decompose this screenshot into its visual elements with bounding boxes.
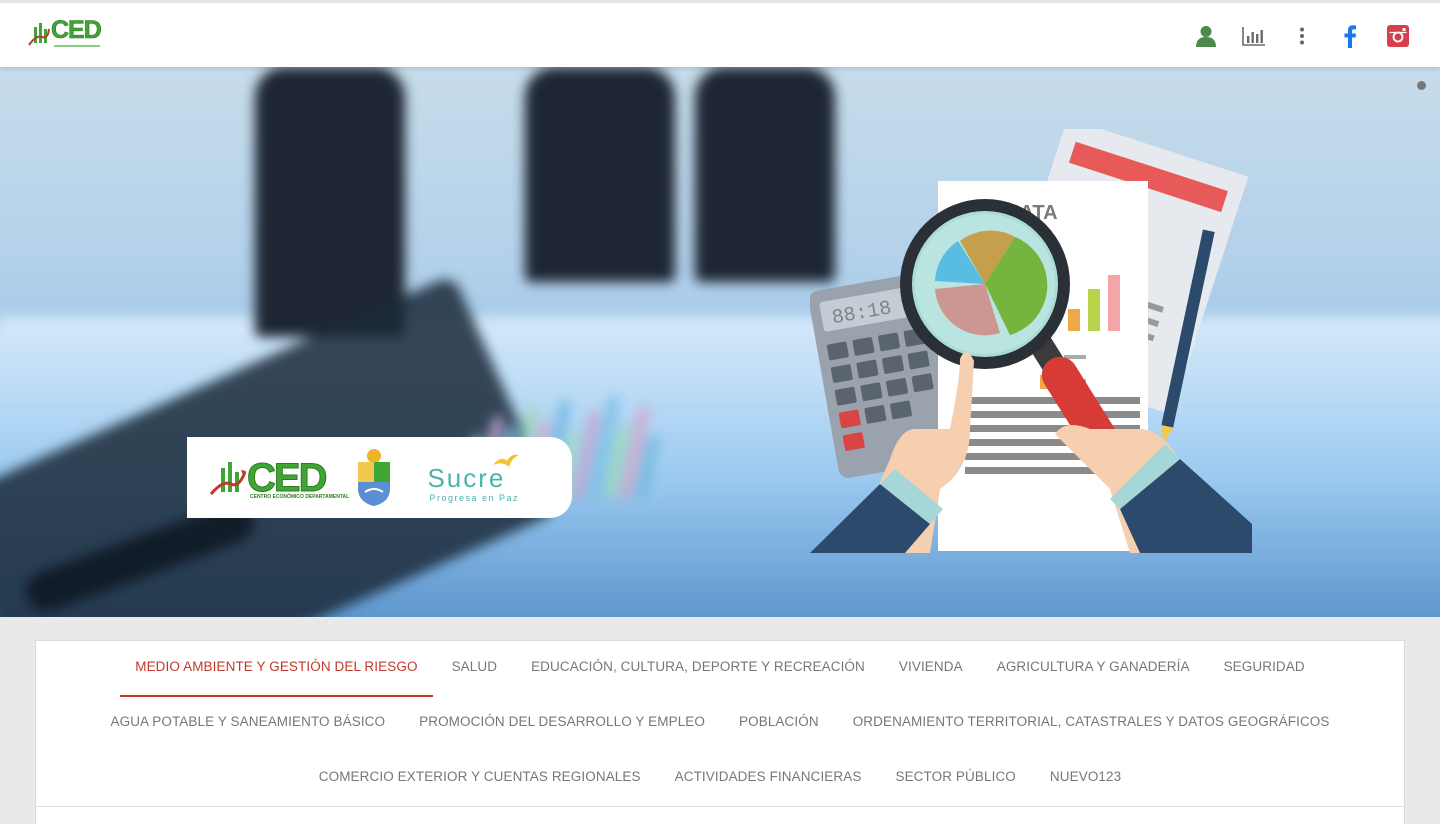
category-educacion[interactable]: EDUCACIÓN, CULTURA, DEPORTE Y RECREACIÓN: [514, 659, 882, 681]
instagram-icon: [1387, 25, 1409, 47]
category-salud[interactable]: SALUD: [435, 659, 515, 681]
category-poblacion[interactable]: POBLACIÓN: [722, 714, 836, 736]
data-analysis-illustration: 88:18 DATA: [810, 129, 1252, 553]
panel-divider: [36, 806, 1404, 807]
ced-logo-mark-icon: [28, 23, 50, 46]
category-actividades-financieras[interactable]: ACTIVIDADES FINANCIERAS: [658, 769, 879, 791]
category-row-1: MEDIO AMBIENTE Y GESTIÓN DEL RIESGO SALU…: [36, 659, 1404, 697]
partner-logos-card: CED CENTRO ECONÓMICO DEPARTAMENTAL Sucre…: [187, 437, 572, 518]
header-icon-group: [1182, 22, 1422, 50]
sucre-logo: Sucre Progresa en Paz: [427, 453, 527, 503]
category-row-3: COMERCIO EXTERIOR Y CUENTAS REGIONALES A…: [36, 769, 1404, 791]
user-button[interactable]: [1182, 22, 1230, 50]
ced-card-text: CED: [246, 455, 327, 500]
ced-card-subtitle: CENTRO ECONÓMICO DEPARTAMENTAL: [250, 494, 350, 500]
category-sector-publico[interactable]: SECTOR PÚBLICO: [878, 769, 1032, 791]
category-seguridad[interactable]: SEGURIDAD: [1207, 659, 1322, 681]
hero-banner: CED CENTRO ECONÓMICO DEPARTAMENTAL Sucre…: [0, 67, 1440, 617]
top-navbar: CED: [0, 0, 1440, 67]
more-options-button[interactable]: [1278, 22, 1326, 50]
category-row-2: AGUA POTABLE Y SANEAMIENTO BÁSICO PROMOC…: [36, 714, 1404, 736]
more-vertical-icon: [1300, 27, 1304, 45]
category-promocion-desarrollo[interactable]: PROMOCIÓN DEL DESARROLLO Y EMPLEO: [402, 714, 722, 736]
ced-card-logo: CED: [209, 455, 328, 500]
user-icon: [1196, 26, 1216, 47]
carousel-indicator[interactable]: [1417, 81, 1426, 90]
instagram-link[interactable]: [1374, 22, 1422, 50]
category-medio-ambiente[interactable]: MEDIO AMBIENTE Y GESTIÓN DEL RIESGO: [118, 659, 434, 697]
category-comercio-exterior[interactable]: COMERCIO EXTERIOR Y CUENTAS REGIONALES: [302, 769, 658, 791]
statistics-button[interactable]: [1230, 22, 1278, 50]
sucre-wordmark: Sucre: [427, 462, 506, 493]
facebook-link[interactable]: [1326, 22, 1374, 50]
sucre-tagline: Progresa en Paz: [429, 492, 519, 503]
category-menu-panel: MEDIO AMBIENTE Y GESTIÓN DEL RIESGO SALU…: [35, 640, 1405, 824]
category-vivienda[interactable]: VIVIENDA: [882, 659, 980, 681]
category-agua-potable[interactable]: AGUA POTABLE Y SANEAMIENTO BÁSICO: [93, 714, 402, 736]
category-nuevo123[interactable]: NUEVO123: [1033, 769, 1138, 791]
stats-chart-icon: [1242, 27, 1265, 46]
ced-logo-text: CED: [51, 16, 102, 44]
category-agricultura[interactable]: AGRICULTURA Y GANADERÍA: [980, 659, 1207, 681]
sucre-coat-of-arms-icon: [358, 448, 391, 506]
ced-logo-underline: [54, 45, 100, 47]
facebook-icon: [1344, 25, 1356, 48]
ced-card-mark-icon: [209, 461, 247, 495]
category-ordenamiento-territorial[interactable]: ORDENAMIENTO TERRITORIAL, CATASTRALES Y …: [836, 714, 1347, 736]
ced-logo[interactable]: CED: [28, 16, 102, 53]
